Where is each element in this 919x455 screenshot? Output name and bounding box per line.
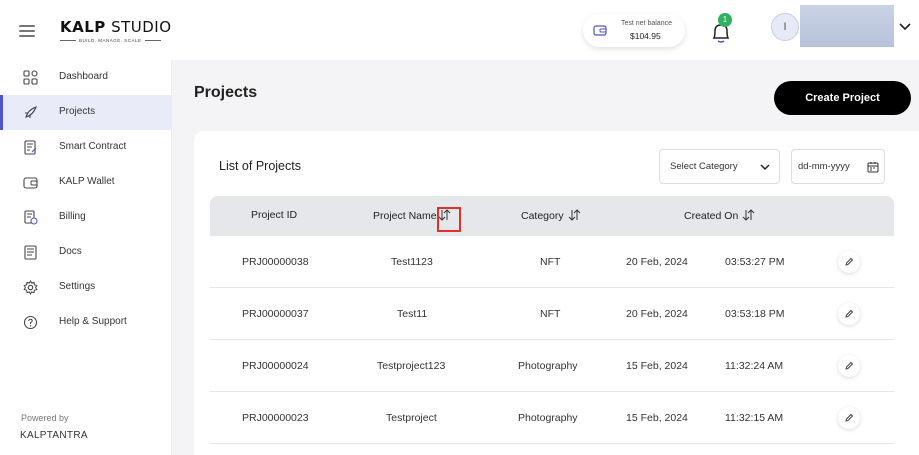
sidebar-item-label: Help & Support — [59, 316, 127, 327]
user-name-redacted[interactable] — [800, 5, 894, 47]
pencil-icon — [845, 257, 854, 266]
pencil-icon — [845, 309, 854, 318]
calendar-icon[interactable] — [867, 161, 879, 173]
column-label: Category — [521, 210, 564, 222]
table-header: Project ID Project Name Category Created… — [210, 196, 894, 236]
dashboard-icon — [23, 70, 38, 85]
logo[interactable]: KALP STUDIO BUILD. MANAGE. SCALE — [60, 18, 172, 43]
cell-created-time: 11:32:24 AM — [725, 360, 784, 372]
list-title: List of Projects — [219, 159, 301, 173]
cell-created-time: 11:32:15 AM — [725, 412, 784, 424]
cell-created-date: 15 Feb, 2024 — [626, 412, 688, 424]
notification-badge: 1 — [718, 13, 732, 27]
cell-project-name: Test1123 — [391, 256, 433, 268]
cell-created-date: 20 Feb, 2024 — [626, 256, 688, 268]
date-placeholder: dd-mm-yyyy — [798, 161, 850, 172]
balance-label: Test net balance — [621, 20, 672, 27]
cell-project-name: Test11 — [397, 308, 428, 320]
avatar[interactable]: I — [771, 13, 799, 41]
billing-icon — [24, 210, 38, 225]
cell-category: NFT — [540, 308, 561, 320]
sidebar-item-projects[interactable]: Projects — [0, 95, 172, 130]
page-title: Projects — [194, 84, 258, 101]
table-row[interactable]: PRJ00000037 Test11 NFT 20 Feb, 2024 03:5… — [210, 288, 894, 340]
cell-project-id: PRJ00000037 — [242, 308, 309, 320]
column-label: Created On — [684, 210, 739, 222]
cell-project-id: PRJ00000023 — [242, 412, 309, 424]
sidebar-item-label: Smart Contract — [59, 141, 127, 152]
cell-project-name: Testproject123 — [377, 360, 446, 372]
company-name: KALPTANTRA — [20, 430, 88, 441]
cell-category: NFT — [540, 256, 561, 268]
sidebar-item-label: Dashboard — [59, 71, 108, 82]
edit-button[interactable] — [838, 407, 860, 429]
contract-icon — [24, 140, 37, 155]
cell-category: Photography — [518, 360, 578, 372]
help-icon — [23, 315, 38, 330]
category-select[interactable]: Select Category — [659, 149, 780, 184]
sidebar-item-label: Projects — [59, 106, 96, 117]
column-header-project-id: Project ID — [251, 209, 298, 221]
table-row[interactable]: PRJ00000023 Testproject Photography 15 F… — [210, 392, 894, 444]
menu-icon[interactable] — [19, 25, 35, 37]
pencil-icon — [845, 361, 854, 370]
cell-project-id: PRJ00000024 — [242, 360, 309, 372]
wallet-icon — [593, 25, 607, 36]
sidebar-item-label: Docs — [59, 246, 82, 257]
cell-project-id: PRJ00000038 — [242, 256, 309, 268]
edit-button[interactable] — [838, 303, 860, 325]
column-label: Project Name — [373, 210, 437, 222]
logo-bold: KALP — [60, 18, 106, 36]
sidebar-item-dashboard[interactable]: Dashboard — [0, 60, 172, 95]
category-select-value: Select Category — [670, 161, 738, 172]
top-bar: KALP STUDIO BUILD. MANAGE. SCALE Test ne… — [0, 0, 919, 60]
logo-rest: STUDIO — [105, 18, 172, 36]
edit-button[interactable] — [838, 355, 860, 377]
table-row[interactable]: PRJ00000038 Test1123 NFT 20 Feb, 2024 03… — [210, 236, 894, 288]
chevron-down-icon — [760, 164, 770, 171]
cell-created-date: 20 Feb, 2024 — [626, 308, 688, 320]
logo-tagline: BUILD. MANAGE. SCALE — [79, 38, 142, 43]
column-header-created-on[interactable]: Created On — [684, 209, 755, 222]
table-row[interactable]: PRJ00000024 Testproject123 Photography 1… — [210, 340, 894, 392]
cell-project-name: Testproject — [386, 412, 437, 424]
docs-icon — [24, 245, 37, 260]
gear-icon — [23, 280, 38, 295]
sort-icon[interactable] — [568, 209, 581, 221]
sidebar-item-billing[interactable]: Billing — [0, 200, 172, 235]
balance-pill[interactable]: Test net balance $104.95 — [583, 14, 685, 47]
cell-created-time: 03:53:18 PM — [725, 308, 785, 320]
sidebar-item-docs[interactable]: Docs — [0, 235, 172, 270]
rocket-icon — [25, 106, 37, 118]
sidebar-item-label: Billing — [59, 211, 86, 222]
wallet-icon — [23, 177, 38, 189]
column-header-category[interactable]: Category — [521, 209, 581, 222]
sort-icon[interactable] — [742, 209, 755, 221]
cell-created-date: 15 Feb, 2024 — [626, 360, 688, 372]
create-project-button[interactable]: Create Project — [774, 81, 911, 115]
cell-created-time: 03:53:27 PM — [725, 256, 785, 268]
sidebar-item-kalp-wallet[interactable]: KALP Wallet — [0, 165, 172, 200]
sidebar-item-settings[interactable]: Settings — [0, 270, 172, 305]
edit-button[interactable] — [838, 251, 860, 273]
sidebar-item-help-support[interactable]: Help & Support — [0, 305, 172, 340]
cell-category: Photography — [518, 412, 578, 424]
chevron-down-icon[interactable] — [899, 23, 911, 31]
powered-by-label: Powered by — [21, 413, 69, 423]
highlight-annotation-box — [437, 207, 461, 232]
sidebar-item-smart-contract[interactable]: Smart Contract — [0, 130, 172, 165]
pencil-icon — [845, 413, 854, 422]
balance-value: $104.95 — [630, 31, 661, 41]
sidebar: Dashboard Projects Smart Contract KALP W… — [0, 60, 172, 455]
sidebar-item-label: Settings — [59, 281, 96, 292]
sidebar-item-label: KALP Wallet — [59, 176, 115, 187]
date-input[interactable]: dd-mm-yyyy — [791, 149, 885, 184]
